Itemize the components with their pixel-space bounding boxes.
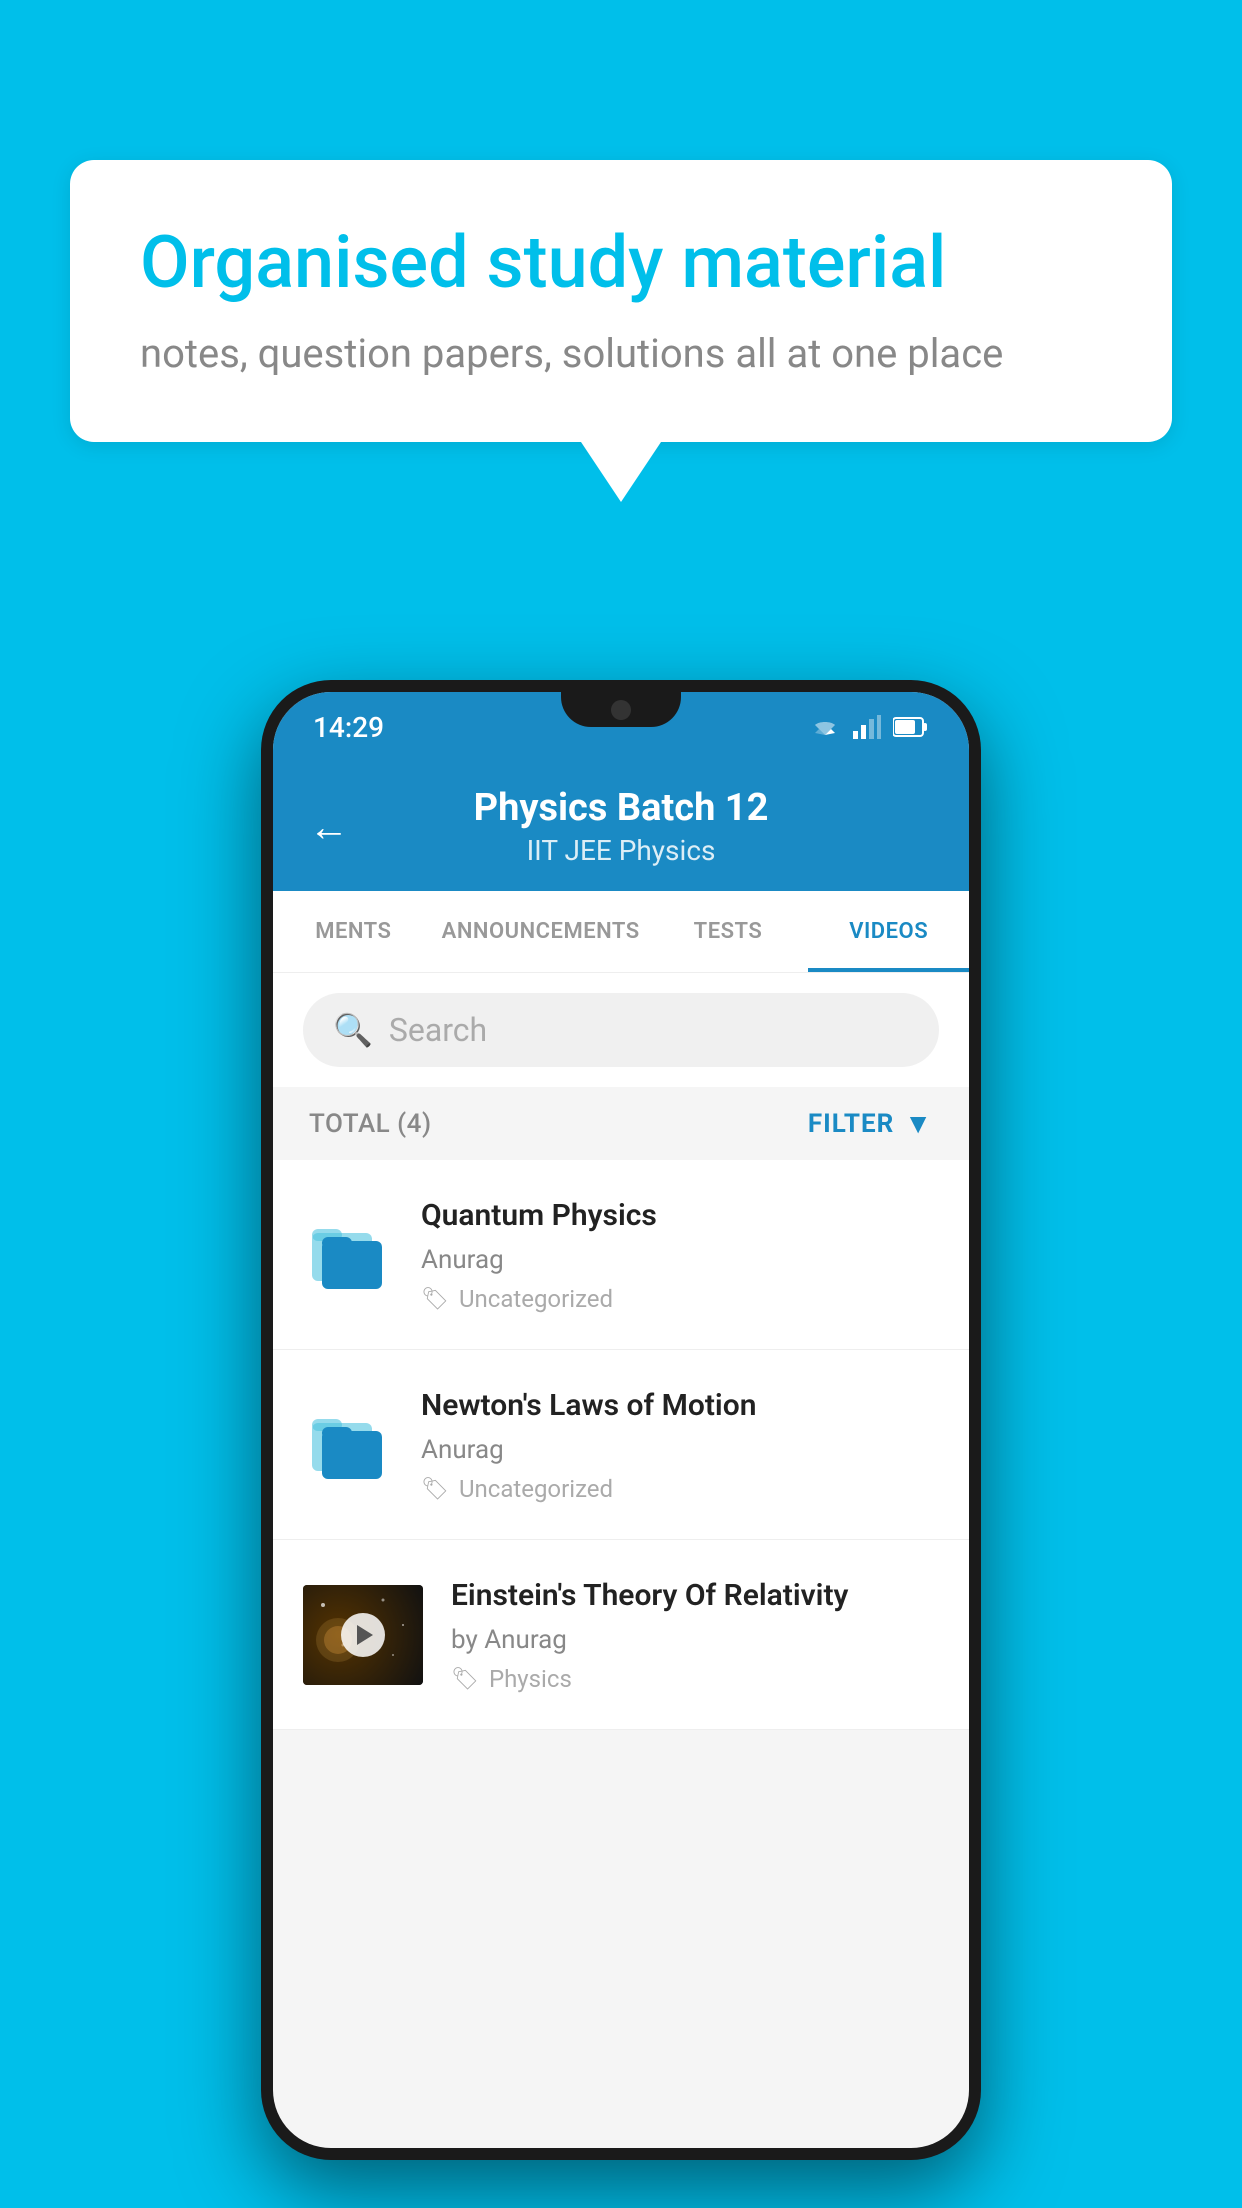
video-title: Quantum Physics <box>421 1196 939 1235</box>
speech-bubble-container: Organised study material notes, question… <box>70 160 1172 502</box>
search-icon: 🔍 <box>333 1011 373 1049</box>
search-bar[interactable]: 🔍 Search <box>303 993 939 1067</box>
wifi-icon <box>809 715 841 739</box>
folder-icon <box>303 1400 393 1490</box>
list-item[interactable]: Quantum Physics Anurag 🏷 Uncategorized <box>273 1160 969 1350</box>
video-author: by Anurag <box>451 1625 939 1655</box>
video-tag: 🏷 Uncategorized <box>421 1285 939 1313</box>
battery-icon <box>893 716 929 738</box>
list-item[interactable]: Newton's Laws of Motion Anurag 🏷 Uncateg… <box>273 1350 969 1540</box>
page-subtitle: IIT JEE Physics <box>527 834 716 867</box>
tab-tests[interactable]: TESTS <box>648 891 809 972</box>
video-title: Newton's Laws of Motion <box>421 1386 939 1425</box>
play-button[interactable] <box>341 1613 385 1657</box>
tag-icon: 🏷 <box>421 1477 449 1502</box>
tab-ments[interactable]: MENTS <box>273 891 434 972</box>
tag-label: Physics <box>489 1665 572 1693</box>
video-tag: 🏷 Physics <box>451 1665 939 1693</box>
status-time: 14:29 <box>313 711 384 744</box>
speech-bubble-arrow <box>581 442 661 502</box>
video-info: Einstein's Theory Of Relativity by Anura… <box>451 1576 939 1693</box>
tag-label: Uncategorized <box>459 1285 613 1313</box>
filter-icon: ▼ <box>904 1107 933 1140</box>
tag-icon: 🏷 <box>421 1287 449 1312</box>
video-info: Newton's Laws of Motion Anurag 🏷 Uncateg… <box>421 1386 939 1503</box>
tag-label: Uncategorized <box>459 1475 613 1503</box>
folder-icon <box>303 1210 393 1300</box>
video-list: Quantum Physics Anurag 🏷 Uncategorized <box>273 1160 969 1730</box>
filter-label: FILTER <box>808 1109 894 1139</box>
back-button[interactable]: ← <box>309 803 349 850</box>
app-header: ← Physics Batch 12 IIT JEE Physics <box>273 762 969 891</box>
video-info: Quantum Physics Anurag 🏷 Uncategorized <box>421 1196 939 1313</box>
filter-button[interactable]: FILTER ▼ <box>808 1107 933 1140</box>
speech-bubble: Organised study material notes, question… <box>70 160 1172 442</box>
speech-bubble-title: Organised study material <box>140 220 1102 306</box>
video-thumbnail <box>303 1585 423 1685</box>
tab-bar: MENTS ANNOUNCEMENTS TESTS VIDEOS <box>273 891 969 973</box>
total-count: TOTAL (4) <box>309 1109 432 1139</box>
phone-notch <box>561 692 681 727</box>
front-camera <box>611 700 631 720</box>
play-triangle-icon <box>357 1625 373 1645</box>
video-tag: 🏷 Uncategorized <box>421 1475 939 1503</box>
page-title: Physics Batch 12 <box>474 786 769 830</box>
search-placeholder: Search <box>389 1011 487 1049</box>
phone-screen: 14:29 <box>273 692 969 2148</box>
list-item[interactable]: Einstein's Theory Of Relativity by Anura… <box>273 1540 969 1730</box>
video-title: Einstein's Theory Of Relativity <box>451 1576 939 1615</box>
phone-frame: 14:29 <box>261 680 981 2160</box>
filter-row: TOTAL (4) FILTER ▼ <box>273 1087 969 1160</box>
speech-bubble-subtitle: notes, question papers, solutions all at… <box>140 326 1102 382</box>
status-icons <box>809 715 929 739</box>
video-author: Anurag <box>421 1435 939 1465</box>
search-container: 🔍 Search <box>273 973 969 1087</box>
tab-announcements[interactable]: ANNOUNCEMENTS <box>434 891 648 972</box>
tab-videos[interactable]: VIDEOS <box>808 891 969 972</box>
video-author: Anurag <box>421 1245 939 1275</box>
signal-icon <box>853 715 881 739</box>
tag-icon: 🏷 <box>451 1667 479 1692</box>
